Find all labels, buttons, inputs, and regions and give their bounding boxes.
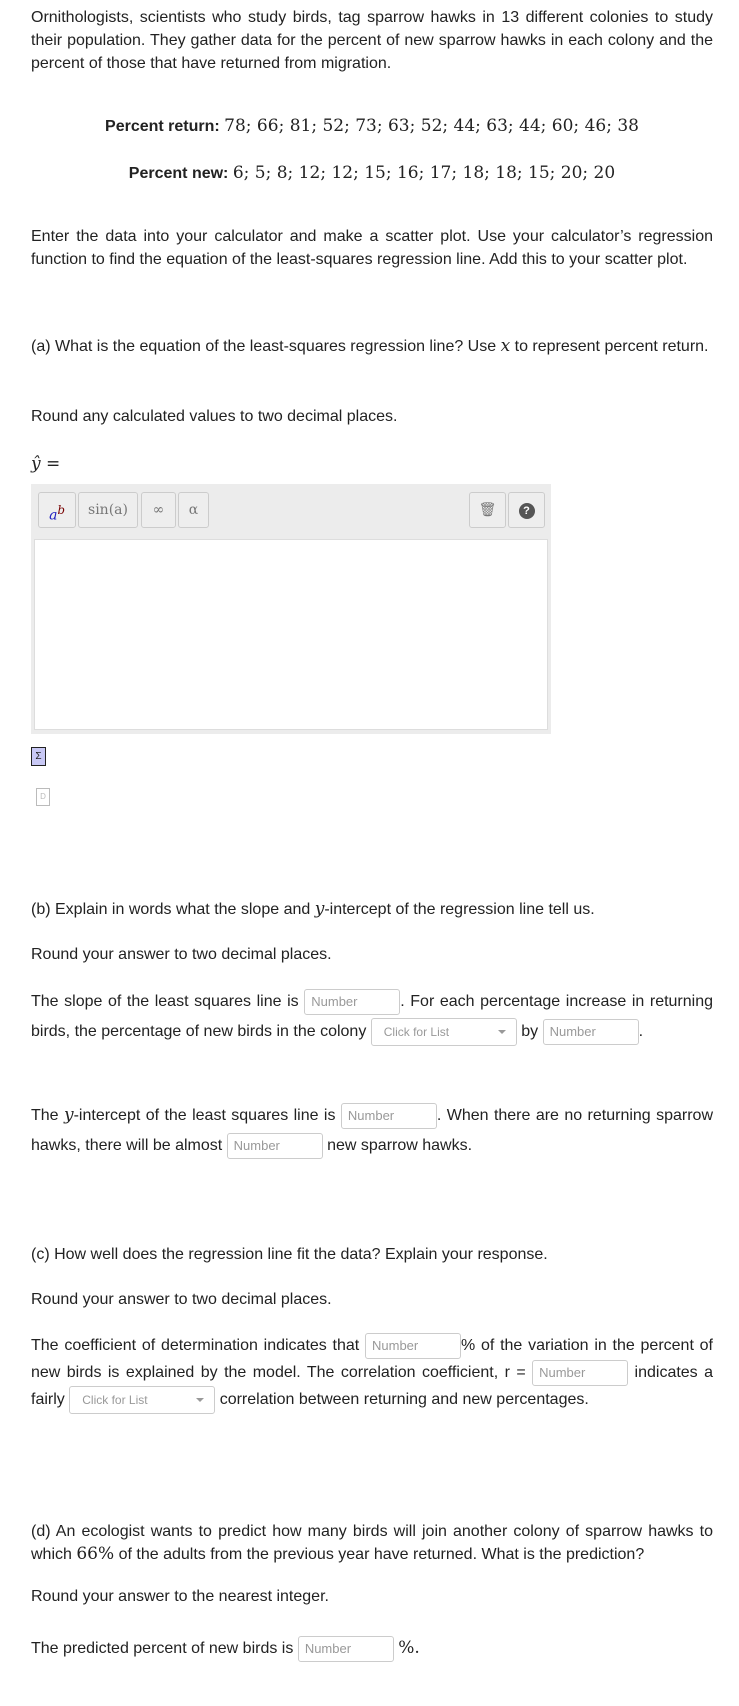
slope-input[interactable]: Number: [304, 988, 401, 1015]
part-d-sentence: The predicted percent of new birds is Nu…: [31, 1633, 713, 1664]
equation-file-icon[interactable]: Σ: [31, 747, 46, 766]
new-birds-input[interactable]: Number: [226, 1132, 323, 1159]
document-file-icon[interactable]: D: [36, 788, 50, 806]
part-d-question: (d) An ecologist wants to predict how ma…: [31, 1523, 713, 1564]
math-input-area[interactable]: [34, 539, 548, 730]
instructions-text: Enter the data into your calculator and …: [31, 228, 713, 268]
intro-text: Ornithologists, scientists who study bir…: [31, 9, 713, 72]
data-row-new: Percent new: 6; 5; 8; 12; 12; 15; 16; 17…: [128, 163, 616, 183]
part-c-question: (c) How well does the regression line fi…: [31, 1246, 548, 1263]
power-button[interactable]: ab: [38, 492, 76, 528]
trash-icon: 🗑: [478, 502, 497, 518]
chevron-down-icon: [196, 1398, 205, 1402]
alpha-button[interactable]: α: [178, 492, 209, 528]
help-icon: ?: [518, 503, 535, 519]
help-button[interactable]: ?: [508, 492, 545, 528]
sin-button[interactable]: sin(a): [78, 492, 138, 528]
part-c-round: Round your answer to two decimal places.: [31, 1291, 332, 1308]
part-a-question: (a) What is the equation of the least-sq…: [31, 336, 709, 356]
strength-select[interactable]: Click for List: [69, 1386, 216, 1414]
yhat-label: ŷ =: [31, 454, 61, 474]
correlation-input[interactable]: Number: [532, 1359, 629, 1386]
intercept-input[interactable]: Number: [340, 1102, 437, 1129]
trash-button[interactable]: 🗑: [469, 492, 506, 528]
determination-input[interactable]: Number: [365, 1332, 461, 1359]
infinity-button[interactable]: ∞: [141, 492, 176, 528]
part-b-round: Round your answer to two decimal places.: [31, 946, 332, 963]
part-b-intercept-sentence: The y-intercept of the least squares lin…: [31, 1100, 713, 1161]
direction-select[interactable]: Click for List: [370, 1017, 517, 1046]
part-d-round: Round your answer to the nearest integer…: [31, 1588, 329, 1605]
part-a-round: Round any calculated values to two decim…: [31, 408, 398, 425]
chevron-down-icon: [497, 1029, 506, 1034]
prediction-input[interactable]: Number: [297, 1635, 394, 1662]
math-editor: ab sin(a) ∞ α 🗑 ?: [31, 484, 551, 734]
part-b-question: (b) Explain in words what the slope and …: [31, 899, 595, 919]
slope-amount-input[interactable]: Number: [542, 1018, 639, 1045]
part-b-slope-sentence: The slope of the least squares line is N…: [31, 987, 713, 1047]
part-c-sentence: The coefficient of determination indicat…: [31, 1332, 713, 1414]
data-row-return: Percent return: 78; 66; 81; 52; 73; 63; …: [105, 116, 639, 136]
